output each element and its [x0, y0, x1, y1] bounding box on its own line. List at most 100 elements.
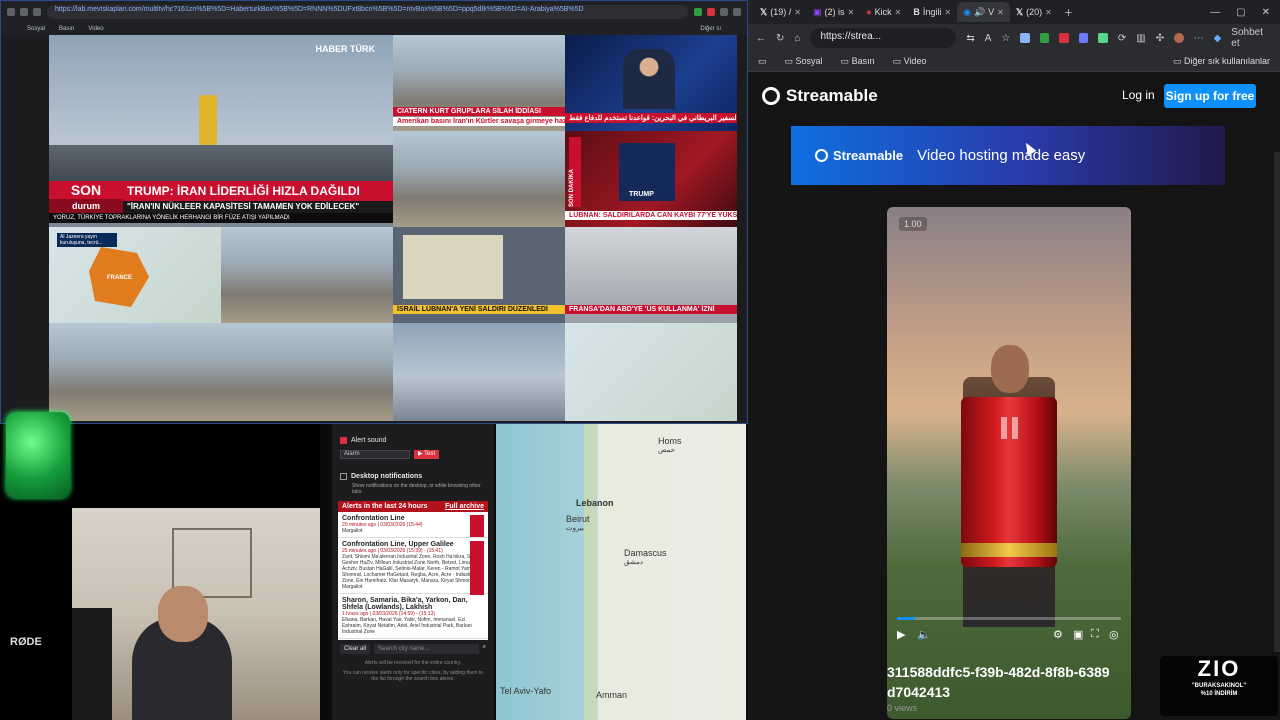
pip-icon[interactable]: ▣	[1073, 628, 1083, 641]
bookmark-other[interactable]: Diğer sı	[700, 26, 721, 32]
nav-buttons[interactable]	[7, 8, 41, 16]
new-tab-button[interactable]: ＋	[1058, 2, 1079, 22]
alert-sound-checkbox[interactable]	[340, 437, 347, 444]
list-item[interactable]: Confrontation Line, Upper Galilee 25 min…	[338, 538, 488, 595]
clear-all-button[interactable]: Clear all	[340, 644, 371, 654]
sohbet-button[interactable]: Sohbet et	[1231, 27, 1272, 49]
volume-icon[interactable]: 🔈	[917, 628, 931, 641]
close-icon[interactable]: ✕	[794, 8, 801, 17]
read-aloud-icon[interactable]: A	[985, 33, 992, 44]
home-icon[interactable]: ⌂	[794, 33, 800, 44]
news-tile-israel[interactable]: İSRAİL LÜBNAN'A YENİ SALDIRI DÜZENLEDİ	[393, 227, 565, 323]
address-bar[interactable]: https://strea...	[810, 28, 957, 48]
extension-icon[interactable]	[720, 8, 728, 16]
copilot-icon[interactable]: ◆	[1214, 33, 1222, 44]
close-icon[interactable]: ✕	[1045, 8, 1052, 17]
fullscreen-icon[interactable]: ⛶	[1091, 628, 1099, 641]
news-tile-beirut[interactable]	[221, 227, 393, 323]
refresh-icon[interactable]: ↻	[776, 33, 784, 44]
sync-icon[interactable]: ⟳	[1118, 33, 1126, 44]
extension-icon[interactable]	[1098, 33, 1108, 43]
bookmark-sosyal[interactable]: ▭ Sosyal	[785, 56, 823, 67]
more-icon[interactable]: ⋯	[1194, 33, 1204, 44]
close-icon[interactable]: ✕	[895, 8, 902, 17]
news-tile-trump[interactable]: SON DAKİKA TRUMP LÜBNAN: SALDIRILARDA CA…	[565, 131, 737, 227]
close-window-icon[interactable]: ✕	[1262, 7, 1270, 18]
tab-kick[interactable]: ● Kick ✕	[860, 2, 907, 22]
bookmark-video[interactable]: Video	[88, 26, 103, 32]
bookmark-basin[interactable]: ▭ Basın	[841, 56, 875, 67]
israel-map-inset	[403, 235, 503, 299]
extension-icon[interactable]	[707, 8, 715, 16]
news-tile-alarabiya[interactable]: السفير البريطاني في البحرين: قواعدنا تست…	[565, 35, 737, 131]
play-icon[interactable]: ▶	[897, 628, 905, 641]
bookmark-video[interactable]: ▭ Video	[893, 56, 927, 67]
news-tile-coast-cams[interactable]	[393, 323, 565, 421]
sidebar-toggle-icon[interactable]: ▭	[758, 56, 767, 67]
tab-twitch[interactable]: ▣ (2) is ✕	[807, 2, 860, 22]
extension-icons[interactable]	[694, 8, 741, 16]
desktop-notifications-row[interactable]: Desktop notifications	[332, 470, 494, 483]
alert-sound-row[interactable]: Alert sound	[332, 434, 494, 447]
back-icon[interactable]: ←	[756, 33, 766, 44]
translate-icon[interactable]: ⇆	[966, 33, 974, 44]
extension-icon[interactable]	[1039, 33, 1050, 43]
split-screen-icon[interactable]: ▥	[1136, 33, 1145, 44]
extension-icon[interactable]	[733, 8, 741, 16]
streamable-logo[interactable]: Streamable	[762, 86, 878, 106]
refresh-icon[interactable]	[20, 8, 28, 16]
favorite-star-icon[interactable]: ☆	[1001, 33, 1010, 44]
tab-streamable[interactable]: ◉ 🔊 V ✕	[957, 2, 1010, 22]
extension-icon[interactable]	[1059, 33, 1069, 43]
profile-avatar[interactable]	[1174, 33, 1184, 43]
extension-icon[interactable]	[694, 8, 702, 16]
desktop-notifications-checkbox[interactable]	[340, 473, 347, 480]
extensions-icon[interactable]: ✣	[1156, 33, 1164, 44]
list-item[interactable]: Confrontation Line 20 minutes ago | 03/0…	[338, 512, 488, 538]
speaker-icon[interactable]: 🔊	[974, 7, 985, 18]
list-item[interactable]: Sharon, Samaria, Bika'a, Yarkon, Dan, Sh…	[338, 594, 488, 639]
pause-overlay-icon[interactable]	[1001, 417, 1019, 439]
login-link[interactable]: Log in	[1122, 88, 1155, 102]
news-tile-flight-map[interactable]	[565, 323, 737, 421]
minimize-icon[interactable]: —	[1210, 7, 1220, 18]
news-tile-camera-mosaic[interactable]	[221, 323, 393, 421]
city-search-input[interactable]: Search city name...	[374, 644, 479, 654]
news-tile-france-abd[interactable]: FRANSA'DAN ABD'YE 'ÜS KULLANMA' İZNİ	[565, 227, 737, 323]
maximize-icon[interactable]: ▢	[1236, 7, 1245, 18]
close-icon[interactable]: ✕	[944, 8, 951, 17]
alerts-list[interactable]: Confrontation Line 20 minutes ago | 03/0…	[338, 512, 488, 640]
tab-x-1[interactable]: 𝕏 (19) / ✕	[754, 2, 807, 22]
tab-x-2[interactable]: 𝕏 (20) ✕	[1010, 2, 1058, 22]
test-button[interactable]: ▶ Test	[414, 450, 440, 459]
scrollbar[interactable]	[1274, 152, 1280, 652]
search-icon[interactable]: ⌕	[483, 644, 486, 654]
bookmark-basin[interactable]: Basın	[59, 26, 74, 32]
signup-button[interactable]: Sign up for free	[1164, 84, 1256, 108]
left-address-bar[interactable]: https://lab.mevtskaplan.com/multitv/hc?1…	[47, 5, 688, 19]
back-icon[interactable]	[7, 8, 15, 16]
other-bookmarks[interactable]: ▭ Diğer sık kullanılanlar	[1173, 56, 1270, 67]
news-tile-skyline[interactable]	[393, 131, 565, 227]
bookmark-sosyal[interactable]: Sosyal	[27, 26, 45, 32]
news-tile-france-map[interactable]: FRANCE Al Jazeera yayın kuruluşuna, tecr…	[49, 227, 221, 323]
home-icon[interactable]	[33, 8, 41, 16]
full-archive-link[interactable]: Full archive	[445, 503, 484, 510]
alert-place: Margaliot	[342, 528, 363, 534]
tab-ingili[interactable]: B İngili ✕	[907, 2, 957, 22]
news-tile-street[interactable]: CIATERN KURT GRUPLARA SİLAH İDDİASI Amer…	[393, 35, 565, 131]
promo-banner[interactable]: Streamable Video hosting made easy	[791, 126, 1225, 185]
news-tile-jerusalem[interactable]	[49, 323, 221, 421]
extension-icon[interactable]	[1020, 33, 1030, 43]
haberturk-tile[interactable]: HABER TÜRK SON durum TRUMP: İRAN LİDERLİĞ…	[49, 35, 393, 227]
progress-bar[interactable]	[897, 617, 1121, 620]
video-player[interactable]: 1.00 ▶ 🔈 ⚙ ▣ ⛶ ◎	[887, 207, 1131, 719]
playback-rate[interactable]: 1.00	[899, 217, 927, 231]
close-icon[interactable]: ✕	[848, 8, 855, 17]
alarm-select[interactable]: Alarm	[340, 450, 410, 459]
streamable-mini-icon[interactable]: ◎	[1109, 628, 1119, 641]
settings-icon[interactable]: ⚙	[1053, 628, 1063, 641]
close-icon[interactable]: ✕	[997, 8, 1004, 17]
extension-icon[interactable]	[1078, 33, 1089, 43]
lebanon-map[interactable]: Homs حمص Lebanon Beirut بيروت Damascus د…	[496, 424, 746, 720]
